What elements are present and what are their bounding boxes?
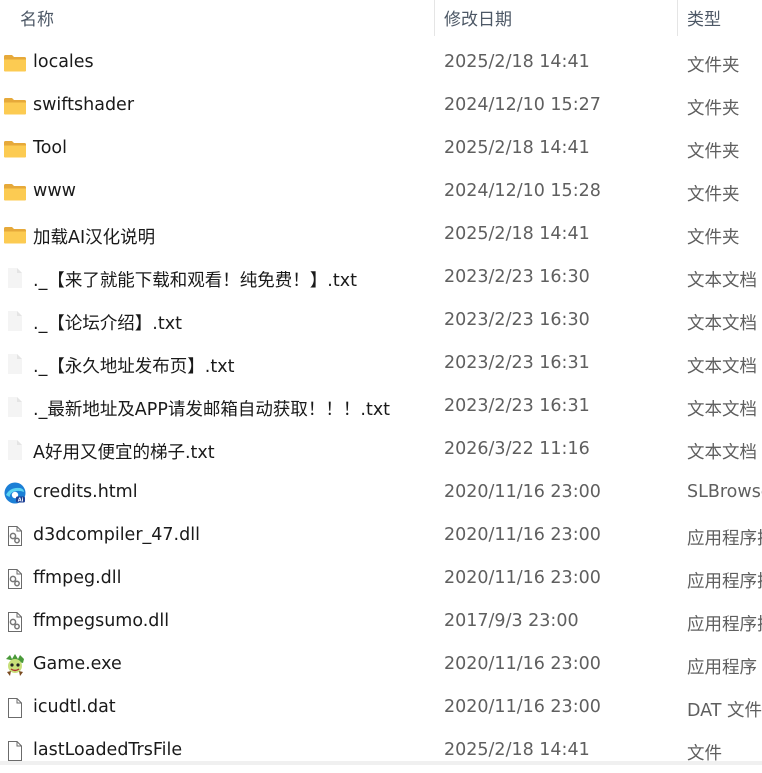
- folder-icon: [3, 51, 27, 75]
- file-modified-date: 2025/2/18 14:41: [444, 138, 590, 158]
- text-file-icon: [3, 438, 27, 462]
- file-type: 应用程序扩: [687, 572, 762, 592]
- column-date-header[interactable]: 修改日期: [444, 5, 512, 30]
- file-row[interactable]: ffmpeg.dll 2020/11/16 23:00 应用程序扩: [0, 558, 762, 601]
- folder-icon: [3, 223, 27, 247]
- dll-file-icon: [3, 567, 27, 591]
- file-modified-date: 2020/11/16 23:00: [444, 525, 601, 545]
- file-type: 文本文档: [687, 400, 757, 420]
- file-name: ._【来了就能下载和观看！纯免费！】.txt: [33, 271, 357, 291]
- blank-file-icon: [3, 739, 27, 763]
- file-row[interactable]: ._【来了就能下载和观看！纯免费！】.txt 2023/2/23 16:30 文本文…: [0, 257, 762, 300]
- column-divider[interactable]: [434, 0, 435, 36]
- game-exe-icon: [3, 653, 27, 677]
- file-name: credits.html: [33, 482, 138, 502]
- file-modified-date: 2024/12/10 15:27: [444, 95, 601, 115]
- file-name: Game.exe: [33, 654, 122, 674]
- file-name: 加载AI汉化说明: [33, 228, 156, 248]
- file-modified-date: 2025/2/18 14:41: [444, 52, 590, 72]
- browser-icon: Ai: [3, 481, 27, 505]
- file-modified-date: 2024/12/10 15:28: [444, 181, 601, 201]
- file-row[interactable]: ._【论坛介绍】.txt 2023/2/23 16:30 文本文档: [0, 300, 762, 343]
- file-row[interactable]: lastLoadedTrsFile 2025/2/18 14:41 文件: [0, 730, 762, 773]
- file-name: icudtl.dat: [33, 697, 116, 717]
- file-row[interactable]: Tool 2025/2/18 14:41 文件夹: [0, 128, 762, 171]
- file-type: 文件夹: [687, 142, 740, 162]
- text-file-icon: [3, 266, 27, 290]
- file-row[interactable]: Game.exe 2020/11/16 23:00 应用程序: [0, 644, 762, 687]
- file-row[interactable]: locales 2025/2/18 14:41 文件夹: [0, 42, 762, 85]
- file-modified-date: 2023/2/23 16:31: [444, 353, 590, 373]
- file-modified-date: 2023/2/23 16:31: [444, 396, 590, 416]
- file-type: 应用程序扩: [687, 615, 762, 635]
- file-type: 文本文档: [687, 357, 757, 377]
- file-name: www: [33, 181, 76, 201]
- file-type: 应用程序扩: [687, 529, 762, 549]
- file-type: 文件夹: [687, 185, 740, 205]
- file-type: 文件夹: [687, 99, 740, 119]
- text-file-icon: [3, 352, 27, 376]
- file-modified-date: 2023/2/23 16:30: [444, 310, 590, 330]
- file-row[interactable]: icudtl.dat 2020/11/16 23:00 DAT 文件: [0, 687, 762, 730]
- file-name: Tool: [33, 138, 67, 158]
- file-name: swiftshader: [33, 95, 135, 115]
- file-type: 文件夹: [687, 56, 740, 76]
- file-row[interactable]: d3dcompiler_47.dll 2020/11/16 23:00 应用程序扩: [0, 515, 762, 558]
- svg-text:Ai: Ai: [18, 497, 24, 503]
- folder-icon: [3, 94, 27, 118]
- file-modified-date: 2025/2/18 14:41: [444, 740, 590, 760]
- file-row[interactable]: ._【永久地址发布页】.txt 2023/2/23 16:31 文本文档: [0, 343, 762, 386]
- text-file-icon: [3, 309, 27, 333]
- file-type: 文本文档: [687, 271, 757, 291]
- file-name: ffmpegsumo.dll: [33, 611, 170, 631]
- file-name: ._【永久地址发布页】.txt: [33, 357, 235, 377]
- dll-file-icon: [3, 524, 27, 548]
- file-modified-date: 2020/11/16 23:00: [444, 697, 601, 717]
- file-row[interactable]: www 2024/12/10 15:28 文件夹: [0, 171, 762, 214]
- blank-file-icon: [3, 696, 27, 720]
- file-row[interactable]: swiftshader 2024/12/10 15:27 文件夹: [0, 85, 762, 128]
- text-file-icon: [3, 395, 27, 419]
- file-row[interactable]: ffmpegsumo.dll 2017/9/3 23:00 应用程序扩: [0, 601, 762, 644]
- file-type: 文本文档: [687, 443, 757, 463]
- file-modified-date: 2025/2/18 14:41: [444, 224, 590, 244]
- file-modified-date: 2020/11/16 23:00: [444, 482, 601, 502]
- file-type: 应用程序: [687, 658, 757, 678]
- file-row[interactable]: 加载AI汉化说明 2025/2/18 14:41 文件夹: [0, 214, 762, 257]
- folder-icon: [3, 137, 27, 161]
- horizontal-scrollbar[interactable]: [0, 761, 762, 765]
- dll-file-icon: [3, 610, 27, 634]
- file-row[interactable]: ._最新地址及APP请发邮箱自动获取！！！.txt 2023/2/23 16:31…: [0, 386, 762, 429]
- file-name: ._【论坛介绍】.txt: [33, 314, 182, 334]
- file-type: SLBrowse: [687, 482, 762, 502]
- file-modified-date: 2023/2/23 16:30: [444, 267, 590, 287]
- file-name: d3dcompiler_47.dll: [33, 525, 200, 545]
- file-name: A好用又便宜的梯子.txt: [33, 443, 215, 463]
- file-modified-date: 2020/11/16 23:00: [444, 568, 601, 588]
- file-modified-date: 2020/11/16 23:00: [444, 654, 601, 674]
- column-divider[interactable]: [677, 0, 678, 36]
- file-name: lastLoadedTrsFile: [33, 740, 183, 760]
- folder-icon: [3, 180, 27, 204]
- file-type: 文本文档: [687, 314, 757, 334]
- file-modified-date: 2017/9/3 23:00: [444, 611, 579, 631]
- file-row[interactable]: A好用又便宜的梯子.txt 2026/3/22 11:16 文本文档: [0, 429, 762, 472]
- file-name: locales: [33, 52, 94, 72]
- column-name-header[interactable]: 名称: [20, 5, 54, 30]
- file-type: 文件夹: [687, 228, 740, 248]
- file-list: locales 2025/2/18 14:41 文件夹 swiftshader 2024…: [0, 42, 762, 773]
- column-type-header[interactable]: 类型: [687, 5, 721, 30]
- file-type: DAT 文件: [687, 701, 762, 721]
- column-header: 名称 修改日期 类型: [0, 0, 762, 36]
- file-name: ffmpeg.dll: [33, 568, 122, 588]
- file-name: ._最新地址及APP请发邮箱自动获取！！！.txt: [33, 400, 391, 420]
- file-row[interactable]: Ai credits.html 2020/11/16 23:00 SLBrowse: [0, 472, 762, 515]
- file-modified-date: 2026/3/22 11:16: [444, 439, 590, 459]
